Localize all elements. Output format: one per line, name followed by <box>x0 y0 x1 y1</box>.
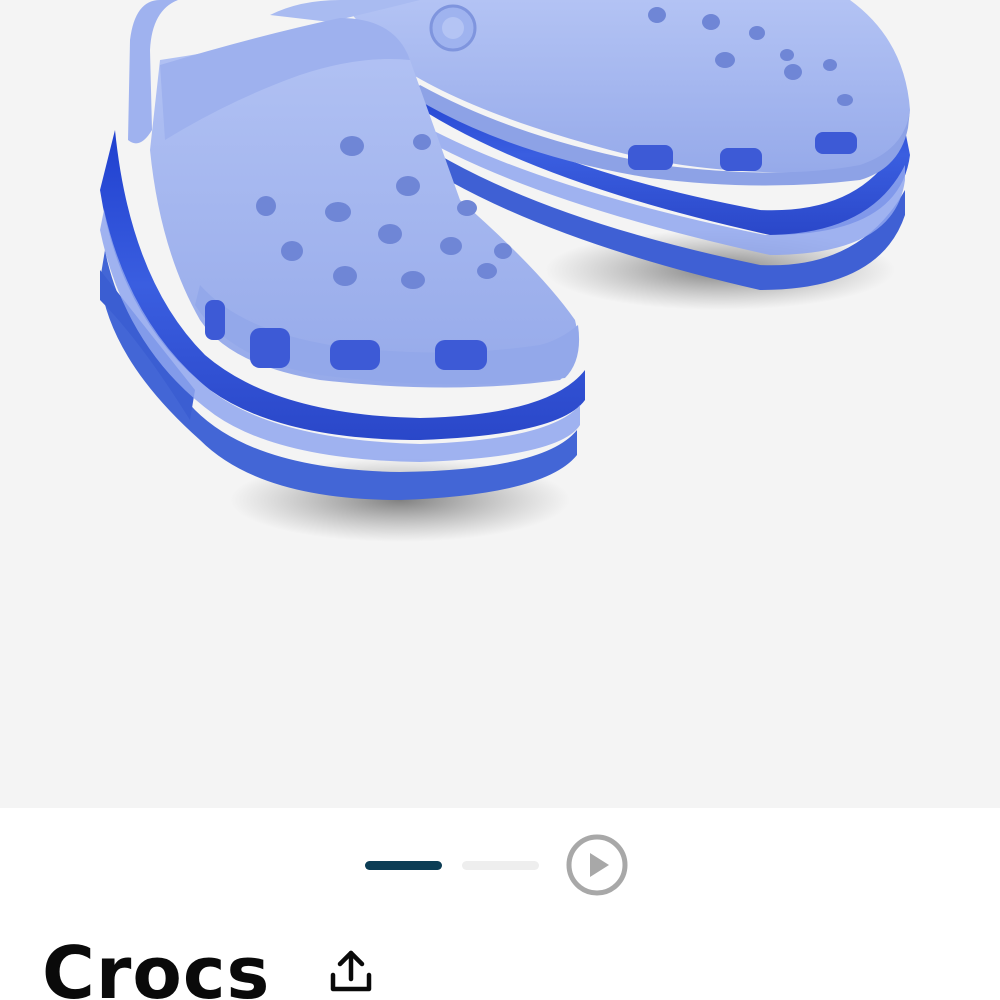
product-image-carousel[interactable] <box>0 0 1000 808</box>
carousel-indicator-2[interactable] <box>462 861 539 870</box>
share-button[interactable] <box>325 945 377 997</box>
product-page: Crocs <box>0 0 1000 1000</box>
carousel-indicator-1-active[interactable] <box>365 861 442 870</box>
product-title-row: Crocs <box>42 925 992 1000</box>
play-video-button[interactable] <box>565 833 629 897</box>
product-image-crocs-clogs <box>100 0 910 542</box>
share-upload-icon <box>330 950 372 992</box>
play-circle-icon <box>566 834 628 896</box>
carousel-controls <box>0 830 1000 900</box>
product-title: Crocs <box>42 931 271 1000</box>
